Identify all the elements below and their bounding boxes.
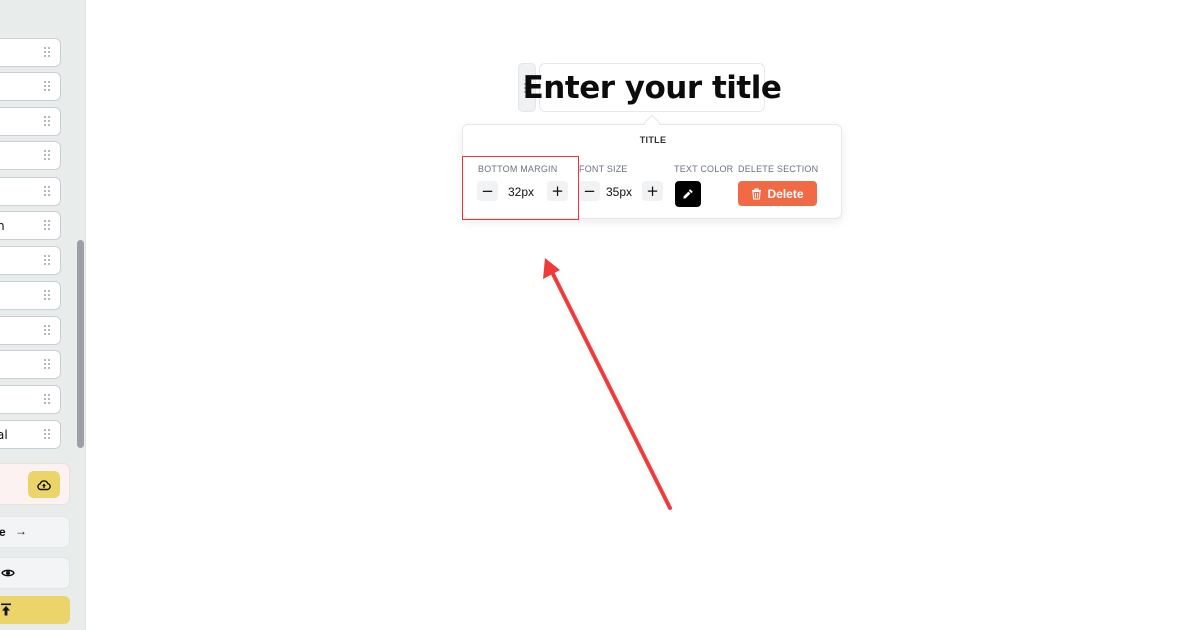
annotation-arrow xyxy=(543,258,672,510)
